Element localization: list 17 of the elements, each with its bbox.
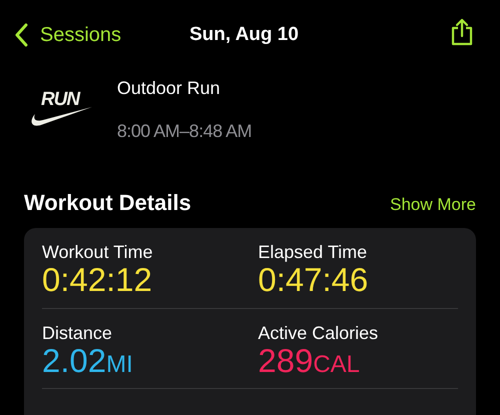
metric-label: Workout Time <box>42 242 154 263</box>
time-range: 8:00 AM–8:48 AM <box>117 121 252 142</box>
logo-text: RUN <box>41 90 80 109</box>
metric-value: 0:42:12 <box>42 263 154 298</box>
metric-value: 0:47:46 <box>258 263 370 298</box>
metric-label: Elapsed Time <box>258 242 368 263</box>
nav-title: Sun, Aug 10 <box>189 24 299 46</box>
share-icon[interactable] <box>450 18 474 46</box>
metric-label: Distance <box>42 322 114 344</box>
back-link[interactable]: Sessions <box>14 23 122 47</box>
metric-label: Active Calories <box>258 322 380 344</box>
show-more-link[interactable]: Show More <box>390 195 476 215</box>
section-title: Workout Details <box>24 190 192 216</box>
metric-value: 289CAL <box>258 344 361 378</box>
back-chevron-icon <box>14 23 28 47</box>
workout-name: Outdoor Run <box>117 78 222 99</box>
metric-value: 2.02MI <box>42 344 134 378</box>
